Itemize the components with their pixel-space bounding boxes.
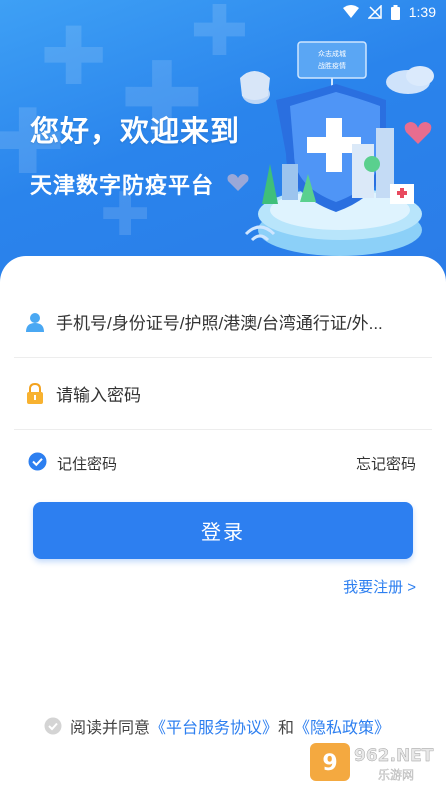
remember-label: 记住密码 [57,456,118,473]
lock-icon [14,382,52,405]
agreement-row: 阅读并同意 《平台服务协议》 和 《隐私政策》 [44,714,390,738]
privacy-policy-link[interactable]: 《隐私政策》 [294,714,390,738]
watermark-logo: 9 962.NET 乐游网 [308,739,440,785]
status-time: 1:39 [408,4,436,20]
svg-text:9: 9 [322,751,337,776]
password-field[interactable]: 请输入密码 [14,358,432,430]
agreement-prefix: 阅读并同意 [70,720,151,737]
battery-icon [390,4,400,20]
wifi-icon [342,5,359,19]
login-card: 手机号/身份证号/护照/港澳/台湾通行证/外... 请输入密码 记住密码 忘记密… [0,256,446,793]
user-icon [14,312,52,332]
no-signal-icon [367,5,382,19]
platform-name: 天津数字防疫平台 [30,174,215,199]
register-link[interactable]: 我要注册 > [343,576,416,597]
watermark-brand: 962.NET [354,746,434,766]
account-field[interactable]: 手机号/身份证号/护照/港澳/台湾通行证/外... [14,286,432,358]
agreement-checkbox-icon[interactable] [44,717,62,735]
sign-line-2: 战胜疫情 [318,61,346,70]
anti-epidemic-illustration: 众志成城 战胜疫情 [240,34,440,264]
account-input[interactable]: 手机号/身份证号/护照/港澳/台湾通行证/外... [56,309,383,334]
password-input[interactable]: 请输入密码 [56,381,141,406]
remember-password-toggle[interactable]: 记住密码 [28,452,117,475]
header-banner: ✚ ✚ ✚ ✚ ✚ 1:39 您好，欢迎来到 天津数字防疫平台 众志成城 战胜疫… [0,0,446,290]
watermark-sub: 乐游网 [378,768,414,782]
sign-line-1: 众志成城 [318,49,346,58]
forgot-password-link[interactable]: 忘记密码 [356,453,416,474]
greeting-title: 您好，欢迎来到 [30,114,241,148]
agreement-conjunction: 和 [278,720,295,737]
status-bar: 1:39 [0,0,446,24]
service-agreement-link[interactable]: 《平台服务协议》 [150,714,278,738]
checkbox-checked-icon[interactable] [28,452,47,475]
login-button[interactable]: 登录 [33,502,413,559]
